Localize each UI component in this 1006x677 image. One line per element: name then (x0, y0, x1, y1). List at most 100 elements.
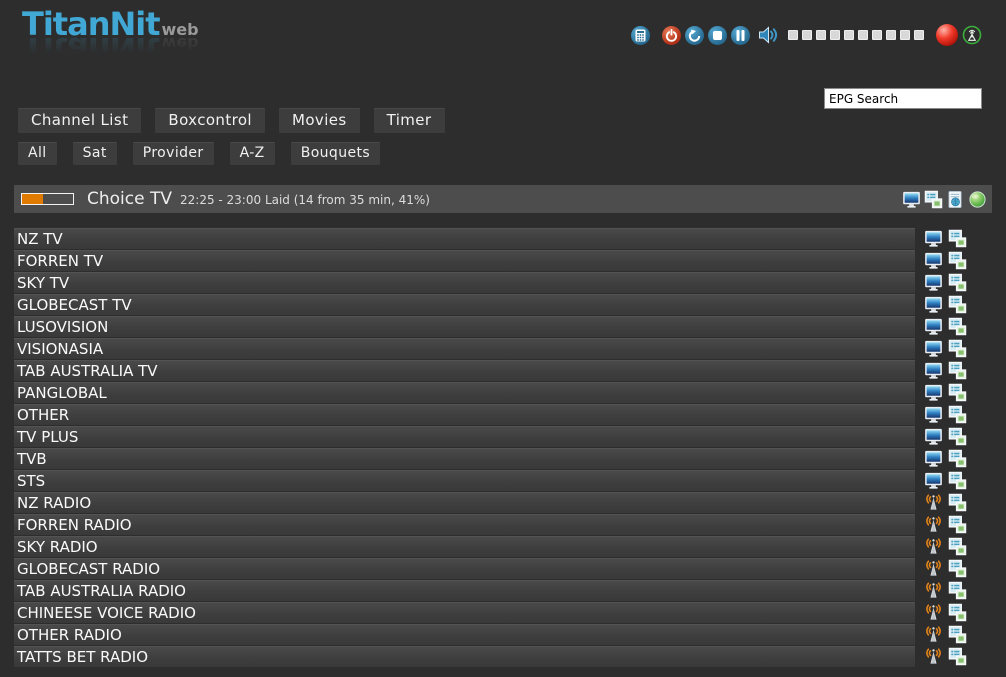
channel-name[interactable]: SKY TV (14, 272, 915, 293)
channel-name[interactable]: CHINEESE VOICE RADIO (14, 602, 915, 623)
volume-icon[interactable] (758, 24, 780, 46)
signal-indicator-icon[interactable] (962, 25, 982, 45)
epg-icon[interactable] (948, 581, 967, 600)
channel-name[interactable]: TV PLUS (14, 426, 915, 447)
radio-channel-icon[interactable] (924, 515, 943, 534)
radio-channel-icon[interactable] (924, 581, 943, 600)
volume-segment[interactable] (844, 30, 854, 40)
tv-channel-icon[interactable] (902, 190, 921, 209)
epg-icon[interactable] (948, 603, 967, 622)
channel-name[interactable]: TAB AUSTRALIA TV (14, 360, 915, 381)
channel-name[interactable]: OTHER (14, 404, 915, 425)
epg-icon[interactable] (948, 317, 967, 336)
channel-name[interactable]: STS (14, 470, 915, 491)
epg-icon[interactable] (924, 190, 943, 209)
epg-icon[interactable] (948, 515, 967, 534)
filter-a-z[interactable]: A-Z (230, 142, 275, 165)
tv-channel-icon[interactable] (924, 383, 943, 402)
epg-icon[interactable] (948, 229, 967, 248)
tv-channel-icon[interactable] (924, 229, 943, 248)
filter-provider[interactable]: Provider (133, 142, 214, 165)
epg-icon[interactable] (948, 383, 967, 402)
epg-icon[interactable] (948, 273, 967, 292)
restart-icon[interactable] (685, 26, 704, 45)
channel-name[interactable]: FORREN RADIO (14, 514, 915, 535)
channel-name[interactable]: GLOBECAST TV (14, 294, 915, 315)
radio-channel-icon[interactable] (924, 603, 943, 622)
epg-icon[interactable] (948, 493, 967, 512)
channel-name[interactable]: SKY RADIO (14, 536, 915, 557)
tab-timer[interactable]: Timer (374, 108, 445, 133)
channel-name[interactable]: TAB AUSTRALIA RADIO (14, 580, 915, 601)
tv-channel-icon[interactable] (924, 251, 943, 270)
volume-segment[interactable] (872, 30, 882, 40)
epg-icon[interactable] (948, 471, 967, 490)
volume-segment[interactable] (816, 30, 826, 40)
channel-name[interactable]: NZ RADIO (14, 492, 915, 513)
channel-name[interactable]: TATTS BET RADIO (14, 646, 915, 667)
epg-icon[interactable] (948, 361, 967, 380)
tab-movies[interactable]: Movies (279, 108, 360, 133)
tv-channel-icon[interactable] (924, 427, 943, 446)
epg-icon[interactable] (948, 647, 967, 666)
channel-name[interactable]: FORREN TV (14, 250, 915, 271)
tv-channel-icon[interactable] (924, 339, 943, 358)
channel-name[interactable]: LUSOVISION (14, 316, 915, 337)
epg-icon[interactable] (948, 625, 967, 644)
radio-channel-icon[interactable] (924, 537, 943, 556)
now-playing-bar: Choice TV 22:25 - 23:00 Laid (14 from 35… (14, 185, 992, 213)
filter-bouquets[interactable]: Bouquets (291, 142, 380, 165)
tv-channel-icon[interactable] (924, 273, 943, 292)
channel-row-icons (924, 493, 967, 512)
radio-channel-icon[interactable] (924, 647, 943, 666)
radio-channel-icon[interactable] (924, 559, 943, 578)
volume-level-bar[interactable] (784, 30, 924, 40)
volume-segment[interactable] (802, 30, 812, 40)
epg-icon[interactable] (948, 559, 967, 578)
epg-icon[interactable] (948, 537, 967, 556)
tab-channel-list[interactable]: Channel List (18, 108, 141, 133)
epg-icon[interactable] (948, 449, 967, 468)
channel-name[interactable]: OTHER RADIO (14, 624, 915, 645)
radio-channel-icon[interactable] (924, 625, 943, 644)
volume-segment[interactable] (914, 30, 924, 40)
channel-row-icons (924, 647, 967, 666)
volume-segment[interactable] (788, 30, 798, 40)
epg-icon[interactable] (948, 339, 967, 358)
channel-name[interactable]: TVB (14, 448, 915, 469)
channel-name[interactable]: PANGLOBAL (14, 382, 915, 403)
progress-fill (22, 194, 43, 204)
pause-icon[interactable] (731, 26, 750, 45)
channel-name[interactable]: VISIONASIA (14, 338, 915, 359)
channel-name[interactable]: GLOBECAST RADIO (14, 558, 915, 579)
volume-segment[interactable] (830, 30, 840, 40)
tab-boxcontrol[interactable]: Boxcontrol (155, 108, 265, 133)
radio-channel-icon[interactable] (924, 493, 943, 512)
epg-icon[interactable] (948, 251, 967, 270)
tv-channel-icon[interactable] (924, 471, 943, 490)
epg-icon[interactable] (948, 405, 967, 424)
channel-row: GLOBECAST TV (14, 294, 967, 315)
tv-channel-icon[interactable] (924, 295, 943, 314)
channel-list: NZ TVFORREN TVSKY TVGLOBECAST TVLUSOVISI… (14, 228, 967, 668)
filter-sat[interactable]: Sat (73, 142, 117, 165)
remote-icon[interactable] (631, 26, 650, 45)
channel-name[interactable]: NZ TV (14, 228, 915, 249)
tv-channel-icon[interactable] (924, 449, 943, 468)
stop-icon[interactable] (708, 26, 727, 45)
epg-icon[interactable] (948, 427, 967, 446)
tv-channel-icon[interactable] (924, 361, 943, 380)
webtv-icon[interactable] (946, 190, 965, 209)
volume-segment[interactable] (900, 30, 910, 40)
volume-segment[interactable] (858, 30, 868, 40)
volume-segment[interactable] (886, 30, 896, 40)
tv-channel-icon[interactable] (924, 405, 943, 424)
tv-channel-icon[interactable] (924, 317, 943, 336)
globe-icon[interactable] (968, 190, 987, 209)
epg-icon[interactable] (948, 295, 967, 314)
filter-all[interactable]: All (18, 142, 57, 165)
channel-row: STS (14, 470, 967, 491)
power-icon[interactable] (662, 26, 681, 45)
channel-row-icons (924, 603, 967, 622)
epg-search-input[interactable] (824, 88, 982, 109)
